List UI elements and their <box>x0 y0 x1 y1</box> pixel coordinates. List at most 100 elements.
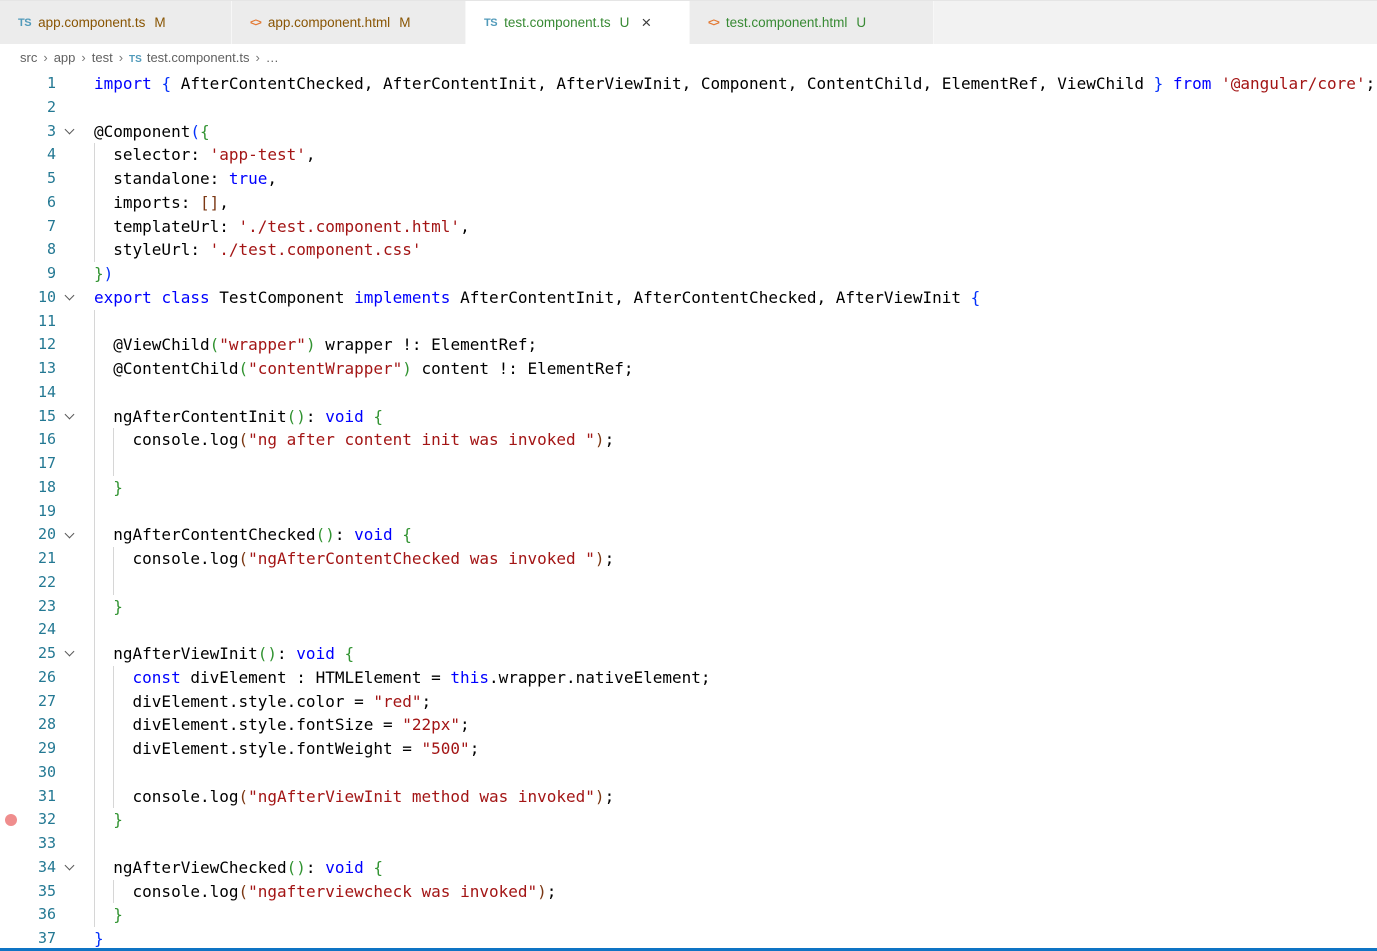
breadcrumb-item-test[interactable]: test <box>92 50 113 65</box>
code-content[interactable]: @Component({ <box>82 120 1377 144</box>
line-number[interactable]: 1 <box>26 72 56 96</box>
fold-gutter[interactable] <box>56 856 82 880</box>
breakpoint-gutter[interactable] <box>0 785 26 809</box>
code-content[interactable]: divElement.style.fontWeight = "500"; <box>82 737 1377 761</box>
line-number[interactable]: 33 <box>26 832 56 856</box>
breadcrumb-item-test.component.ts[interactable]: TStest.component.ts <box>129 50 249 65</box>
line-number[interactable]: 5 <box>26 167 56 191</box>
line-number[interactable]: 6 <box>26 191 56 215</box>
line-number[interactable]: 31 <box>26 785 56 809</box>
code-content[interactable]: imports: [], <box>82 191 1377 215</box>
line-number[interactable]: 10 <box>26 286 56 310</box>
tab-app.component.html[interactable]: <>app.component.htmlM <box>232 1 466 44</box>
breakpoint-gutter[interactable] <box>0 808 26 832</box>
fold-gutter[interactable] <box>56 120 82 144</box>
breakpoint-gutter[interactable] <box>0 500 26 524</box>
breakpoint-gutter[interactable] <box>0 72 26 96</box>
breakpoint-gutter[interactable] <box>0 523 26 547</box>
line-number[interactable]: 36 <box>26 903 56 927</box>
code-content[interactable]: divElement.style.fontSize = "22px"; <box>82 713 1377 737</box>
tab-test.component.ts[interactable]: TStest.component.tsU× <box>466 1 690 44</box>
line-number[interactable]: 18 <box>26 476 56 500</box>
breakpoint-gutter[interactable] <box>0 428 26 452</box>
line-number[interactable]: 16 <box>26 428 56 452</box>
breakpoint-gutter[interactable] <box>0 143 26 167</box>
code-content[interactable] <box>82 618 1377 642</box>
breakpoint-gutter[interactable] <box>0 618 26 642</box>
line-number[interactable]: 14 <box>26 381 56 405</box>
line-number[interactable]: 26 <box>26 666 56 690</box>
line-number[interactable]: 17 <box>26 452 56 476</box>
line-number[interactable]: 32 <box>26 808 56 832</box>
breadcrumb-item-src[interactable]: src <box>20 50 37 65</box>
code-content[interactable]: } <box>82 903 1377 927</box>
line-number[interactable]: 20 <box>26 523 56 547</box>
breakpoint-gutter[interactable] <box>0 713 26 737</box>
breakpoint-gutter[interactable] <box>0 215 26 239</box>
line-number[interactable]: 35 <box>26 880 56 904</box>
breakpoint-gutter[interactable] <box>0 642 26 666</box>
breakpoint-gutter[interactable] <box>0 856 26 880</box>
line-number[interactable]: 15 <box>26 405 56 429</box>
line-number[interactable]: 24 <box>26 618 56 642</box>
breakpoint-gutter[interactable] <box>0 381 26 405</box>
line-number[interactable]: 19 <box>26 500 56 524</box>
code-content[interactable] <box>82 761 1377 785</box>
breakpoint-gutter[interactable] <box>0 357 26 381</box>
code-content[interactable]: @ViewChild("wrapper") wrapper !: Element… <box>82 333 1377 357</box>
code-content[interactable]: ngAfterContentChecked(): void { <box>82 523 1377 547</box>
code-content[interactable]: } <box>82 808 1377 832</box>
code-content[interactable]: ngAfterViewInit(): void { <box>82 642 1377 666</box>
breakpoint-gutter[interactable] <box>0 286 26 310</box>
fold-gutter[interactable] <box>56 642 82 666</box>
line-number[interactable]: 28 <box>26 713 56 737</box>
code-content[interactable] <box>82 571 1377 595</box>
code-content[interactable]: console.log("ng after content init was i… <box>82 428 1377 452</box>
chevron-down-icon[interactable] <box>64 124 74 134</box>
breadcrumb-item-[interactable]: … <box>266 50 279 65</box>
code-content[interactable]: @ContentChild("contentWrapper") content … <box>82 357 1377 381</box>
code-content[interactable]: }) <box>82 262 1377 286</box>
chevron-down-icon[interactable] <box>64 291 74 301</box>
tab-test.component.html[interactable]: <>test.component.htmlU <box>690 1 934 44</box>
breakpoint-gutter[interactable] <box>0 167 26 191</box>
code-content[interactable] <box>82 381 1377 405</box>
line-number[interactable]: 27 <box>26 690 56 714</box>
code-content[interactable]: standalone: true, <box>82 167 1377 191</box>
breakpoint-gutter[interactable] <box>0 191 26 215</box>
code-content[interactable]: templateUrl: './test.component.html', <box>82 215 1377 239</box>
breakpoint-gutter[interactable] <box>0 761 26 785</box>
line-number[interactable]: 22 <box>26 571 56 595</box>
code-content[interactable]: } <box>82 595 1377 619</box>
breakpoint-gutter[interactable] <box>0 262 26 286</box>
code-content[interactable]: import { AfterContentChecked, AfterConte… <box>82 72 1377 96</box>
breakpoint-gutter[interactable] <box>0 405 26 429</box>
line-number[interactable]: 30 <box>26 761 56 785</box>
breakpoint-gutter[interactable] <box>0 96 26 120</box>
fold-gutter[interactable] <box>56 523 82 547</box>
breakpoint-gutter[interactable] <box>0 690 26 714</box>
code-content[interactable] <box>82 452 1377 476</box>
code-content[interactable]: export class TestComponent implements Af… <box>82 286 1377 310</box>
code-content[interactable]: selector: 'app-test', <box>82 143 1377 167</box>
line-number[interactable]: 11 <box>26 310 56 334</box>
line-number[interactable]: 9 <box>26 262 56 286</box>
breakpoint-gutter[interactable] <box>0 737 26 761</box>
code-content[interactable] <box>82 96 1377 120</box>
line-number[interactable]: 21 <box>26 547 56 571</box>
breakpoint-gutter[interactable] <box>0 238 26 262</box>
code-content[interactable] <box>82 500 1377 524</box>
breakpoint-gutter[interactable] <box>0 476 26 500</box>
chevron-down-icon[interactable] <box>64 528 74 538</box>
breakpoint-gutter[interactable] <box>0 880 26 904</box>
code-content[interactable]: console.log("ngAfterViewInit method was … <box>82 785 1377 809</box>
fold-gutter[interactable] <box>56 286 82 310</box>
breakpoint-gutter[interactable] <box>0 452 26 476</box>
line-number[interactable]: 29 <box>26 737 56 761</box>
code-content[interactable]: } <box>82 476 1377 500</box>
breakpoint-gutter[interactable] <box>0 666 26 690</box>
line-number[interactable]: 2 <box>26 96 56 120</box>
chevron-down-icon[interactable] <box>64 409 74 419</box>
line-number[interactable]: 3 <box>26 120 56 144</box>
breakpoint-gutter[interactable] <box>0 333 26 357</box>
